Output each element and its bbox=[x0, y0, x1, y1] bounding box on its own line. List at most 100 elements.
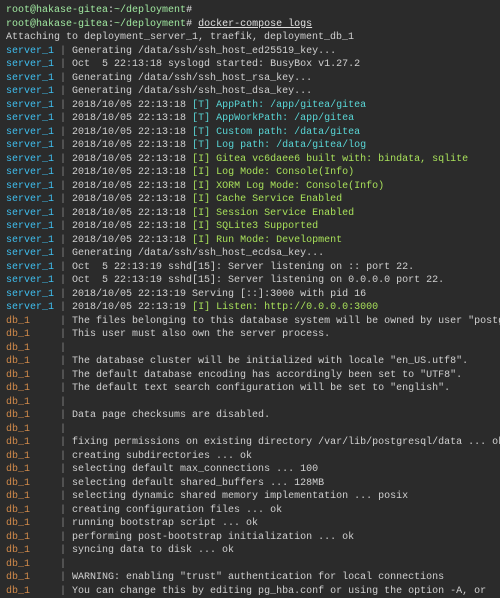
log-message: Generating /data/ssh/ssh_host_ed25519_ke… bbox=[72, 46, 336, 57]
log-source: db_1 bbox=[6, 559, 60, 570]
log-line: server_1 | Generating /data/ssh/ssh_host… bbox=[6, 72, 494, 86]
pipe-icon: | bbox=[60, 329, 72, 340]
log-source: db_1 bbox=[6, 424, 60, 435]
log-source: db_1 bbox=[6, 572, 60, 583]
terminal-viewport[interactable]: root@hakase-gitea:~/deployment# root@hak… bbox=[6, 4, 494, 598]
log-source: server_1 bbox=[6, 208, 60, 219]
pipe-icon: | bbox=[60, 397, 72, 408]
log-timestamp: 2018/10/05 22:13:18 bbox=[72, 181, 192, 192]
log-timestamp: 2018/10/05 22:13:18 bbox=[72, 140, 192, 151]
log-message: performing post-bootstrap initialization… bbox=[72, 532, 354, 543]
log-line: server_1 | 2018/10/05 22:13:18 [I] Gitea… bbox=[6, 153, 494, 167]
log-source: db_1 bbox=[6, 316, 60, 327]
log-line: server_1 | 2018/10/05 22:13:18 [I] Log M… bbox=[6, 166, 494, 180]
log-message: The files belonging to this database sys… bbox=[72, 316, 500, 327]
log-line: server_1 | Generating /data/ssh/ssh_host… bbox=[6, 247, 494, 261]
log-source: db_1 bbox=[6, 410, 60, 421]
log-line: db_1 | creating configuration files ... … bbox=[6, 504, 494, 518]
log-timestamp: 2018/10/05 22:13:18 bbox=[72, 100, 192, 111]
log-line: server_1 | Oct 5 22:13:18 syslogd starte… bbox=[6, 58, 494, 72]
log-source: db_1 bbox=[6, 356, 60, 367]
log-message: WARNING: enabling "trust" authentication… bbox=[72, 572, 444, 583]
prompt-hash: # bbox=[186, 5, 192, 16]
pipe-icon: | bbox=[60, 451, 72, 462]
log-line: db_1 | creating subdirectories ... ok bbox=[6, 450, 494, 464]
log-message: You can change this by editing pg_hba.co… bbox=[72, 586, 486, 597]
log-message: Oct 5 22:13:19 sshd[15]: Server listenin… bbox=[72, 262, 414, 273]
log-line: db_1 | The database cluster will be init… bbox=[6, 355, 494, 369]
pipe-icon: | bbox=[60, 505, 72, 516]
log-line: db_1 | bbox=[6, 423, 494, 437]
log-timestamp: 2018/10/05 22:13:19 bbox=[72, 302, 192, 313]
log-source: server_1 bbox=[6, 46, 60, 57]
log-level-tag: [I] bbox=[192, 221, 216, 232]
log-line: db_1 | The default text search configura… bbox=[6, 382, 494, 396]
pipe-icon: | bbox=[60, 221, 72, 232]
log-line: db_1 | running bootstrap script ... ok bbox=[6, 517, 494, 531]
log-source: server_1 bbox=[6, 235, 60, 246]
log-message: Generating /data/ssh/ssh_host_rsa_key... bbox=[72, 73, 312, 84]
pipe-icon: | bbox=[60, 275, 72, 286]
log-message: creating configuration files ... ok bbox=[72, 505, 282, 516]
prompt-path: ~/deployment bbox=[114, 5, 186, 16]
pipe-icon: | bbox=[60, 302, 72, 313]
log-line: server_1 | 2018/10/05 22:13:19 Serving [… bbox=[6, 288, 494, 302]
log-line: db_1 | bbox=[6, 342, 494, 356]
pipe-icon: | bbox=[60, 383, 72, 394]
log-source: db_1 bbox=[6, 383, 60, 394]
pipe-icon: | bbox=[60, 181, 72, 192]
prompt-cmd: docker-compose logs bbox=[198, 19, 312, 30]
log-line: server_1 | 2018/10/05 22:13:18 [T] AppPa… bbox=[6, 99, 494, 113]
log-output: server_1 | Generating /data/ssh/ssh_host… bbox=[6, 45, 494, 598]
log-source: server_1 bbox=[6, 86, 60, 97]
pipe-icon: | bbox=[60, 154, 72, 165]
log-message: Session Service Enabled bbox=[216, 208, 354, 219]
log-message: Gitea vc6daee6 built with: bindata, sqli… bbox=[216, 154, 468, 165]
pipe-icon: | bbox=[60, 586, 72, 597]
pipe-icon: | bbox=[60, 100, 72, 111]
log-line: db_1 | performing post-bootstrap initial… bbox=[6, 531, 494, 545]
log-source: db_1 bbox=[6, 478, 60, 489]
log-message: Generating /data/ssh/ssh_host_ecdsa_key.… bbox=[72, 248, 324, 259]
log-message: Data page checksums are disabled. bbox=[72, 410, 270, 421]
pipe-icon: | bbox=[60, 559, 72, 570]
log-level-tag: [I] bbox=[192, 235, 216, 246]
log-source: server_1 bbox=[6, 167, 60, 178]
log-line: db_1 | WARNING: enabling "trust" authent… bbox=[6, 571, 494, 585]
log-timestamp: 2018/10/05 22:13:18 bbox=[72, 167, 192, 178]
log-message: XORM Log Mode: Console(Info) bbox=[216, 181, 384, 192]
log-message: selecting dynamic shared memory implemen… bbox=[72, 491, 408, 502]
log-timestamp: 2018/10/05 22:13:18 bbox=[72, 221, 192, 232]
attach-line: Attaching to deployment_server_1, traefi… bbox=[6, 31, 494, 45]
log-line: server_1 | 2018/10/05 22:13:18 [I] XORM … bbox=[6, 180, 494, 194]
pipe-icon: | bbox=[60, 235, 72, 246]
prompt-user: root@hakase-gitea bbox=[6, 19, 108, 30]
log-source: server_1 bbox=[6, 262, 60, 273]
log-source: server_1 bbox=[6, 100, 60, 111]
pipe-icon: | bbox=[60, 518, 72, 529]
log-message: Generating /data/ssh/ssh_host_dsa_key... bbox=[72, 86, 312, 97]
log-message: fixing permissions on existing directory… bbox=[72, 437, 500, 448]
log-message: selecting default shared_buffers ... 128… bbox=[72, 478, 324, 489]
pipe-icon: | bbox=[60, 127, 72, 138]
log-line: db_1 | selecting dynamic shared memory i… bbox=[6, 490, 494, 504]
log-source: db_1 bbox=[6, 437, 60, 448]
log-line: db_1 | selecting default shared_buffers … bbox=[6, 477, 494, 491]
log-line: db_1 | Data page checksums are disabled. bbox=[6, 409, 494, 423]
log-message: Run Mode: Development bbox=[216, 235, 342, 246]
log-line: db_1 | The default database encoding has… bbox=[6, 369, 494, 383]
log-message: SQLite3 Supported bbox=[216, 221, 318, 232]
pipe-icon: | bbox=[60, 59, 72, 70]
log-level-tag: [I] bbox=[192, 167, 216, 178]
pipe-icon: | bbox=[60, 194, 72, 205]
log-level-tag: [I] bbox=[192, 194, 216, 205]
log-source: db_1 bbox=[6, 586, 60, 597]
log-line: server_1 | Generating /data/ssh/ssh_host… bbox=[6, 85, 494, 99]
log-source: server_1 bbox=[6, 302, 60, 313]
log-source: server_1 bbox=[6, 289, 60, 300]
log-line: server_1 | 2018/10/05 22:13:18 [I] Run M… bbox=[6, 234, 494, 248]
log-line: server_1 | Oct 5 22:13:19 sshd[15]: Serv… bbox=[6, 274, 494, 288]
log-level-tag: [T] bbox=[192, 113, 216, 124]
log-timestamp: 2018/10/05 22:13:18 bbox=[72, 113, 192, 124]
log-level-tag: [T] bbox=[192, 140, 216, 151]
